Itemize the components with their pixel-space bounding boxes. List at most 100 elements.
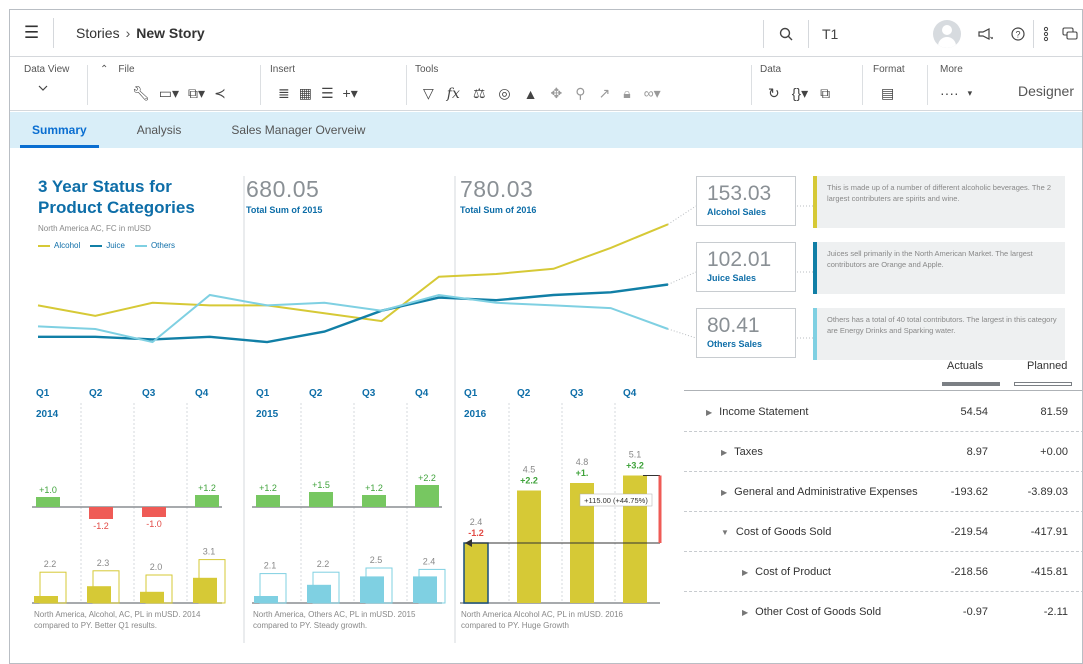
link-icon[interactable]: ∞▾	[644, 85, 661, 102]
variance-label: -1.0	[146, 519, 162, 529]
variance-label: +1.5	[312, 480, 330, 490]
value-label: 2.4	[423, 556, 436, 566]
table-row[interactable]: ▶ Income Statement 54.54 81.59	[684, 392, 1082, 432]
table-row[interactable]: ▶ Taxes 8.97 +0.00	[684, 432, 1082, 472]
collapse-arrow-icon[interactable]: ▼	[721, 528, 729, 537]
chevron-down-icon[interactable]	[38, 85, 48, 91]
toolbar-file-icons: 🔧︎ ▭▾ ⧉▾ ≺	[132, 85, 226, 102]
card-connector	[667, 271, 697, 285]
footnote-2016: North America Alcohol AC, PL in mUSD. 20…	[461, 610, 623, 630]
toolbar-label-more: More	[940, 64, 963, 75]
note-accent	[813, 176, 817, 228]
quarter-header: Q3	[362, 388, 376, 399]
quarter-header: Q3	[570, 388, 584, 399]
filter-icon[interactable]: ▽	[423, 85, 434, 102]
format-icon[interactable]: ▤	[881, 85, 894, 102]
value-label: 3.1	[203, 547, 216, 557]
table-row[interactable]: ▼ Cost of Goods Sold -219.54 -417.91	[684, 512, 1082, 552]
expand-arrow-icon[interactable]: ▶	[742, 608, 748, 617]
card-juice-sales[interactable]: 102.01 Juice Sales	[696, 242, 796, 292]
expand-arrow-icon[interactable]: ▶	[706, 408, 712, 417]
target-icon[interactable]: ◎	[498, 85, 510, 102]
table-icon[interactable]: ▦	[299, 85, 312, 102]
copy-icon[interactable]: ⧉▾	[188, 85, 205, 102]
divider	[927, 65, 928, 105]
toolbar-tools-icons: ▽ fx ⚖ ◎ ▲ ✥ ⚲ ↗ 🔒︎ ∞▾	[423, 85, 661, 102]
add-icon[interactable]: +▾	[343, 85, 358, 102]
expand-arrow-icon[interactable]: ▶	[742, 568, 748, 577]
row-label-text: Taxes	[734, 446, 763, 458]
divider	[406, 65, 407, 105]
legend-label: Others	[150, 241, 175, 250]
tab-sales-manager-overview[interactable]: Sales Manager Overveiw	[203, 112, 387, 148]
value-label: 2.4	[470, 517, 483, 527]
copy-data-icon[interactable]: ⧉	[820, 85, 830, 102]
variables-icon[interactable]: {}▾	[792, 85, 808, 102]
refresh-icon[interactable]: ↻	[768, 85, 780, 102]
table-header-rule	[684, 390, 1082, 391]
row-label-text: Income Statement	[719, 406, 809, 418]
value-label: 2.1	[264, 561, 277, 571]
variance-label: +1.	[576, 468, 589, 478]
col-header-planned[interactable]: Planned	[1027, 360, 1067, 372]
trend-icon[interactable]: ↗	[599, 85, 611, 102]
more-dropdown[interactable]: ···· ▾	[940, 85, 972, 101]
expand-arrow-icon[interactable]: ▶	[721, 448, 727, 457]
actual-bar	[307, 584, 331, 603]
save-icon[interactable]: ▭▾	[159, 85, 179, 102]
breadcrumb-root[interactable]: Stories	[76, 25, 120, 41]
wrench-icon[interactable]: 🔧︎	[132, 85, 150, 102]
col-header-actuals[interactable]: Actuals	[947, 360, 983, 372]
row-actual: -193.62	[950, 486, 988, 498]
value-label: 5.1	[629, 450, 642, 460]
note-alcohol: This is made up of a number of different…	[813, 176, 1065, 228]
svg-text:?: ?	[1015, 29, 1020, 39]
variance-label: +2.2	[520, 476, 538, 486]
paint-icon[interactable]: ⚲	[575, 85, 585, 102]
avatar[interactable]	[927, 10, 967, 57]
shell-actions: T1 ?	[763, 10, 1082, 57]
kpi-2016: 780.03 Total Sum of 2016	[460, 176, 536, 215]
value-bar	[517, 490, 541, 603]
tenant-label[interactable]: T1	[809, 10, 927, 57]
row-planned: +0.00	[1040, 446, 1068, 458]
kpi-2015: 680.05 Total Sum of 2015	[246, 176, 322, 215]
triangle-icon[interactable]: ▲	[524, 86, 538, 102]
filter-controls-icon[interactable]: ☰	[321, 85, 334, 102]
planned-bar	[1014, 382, 1072, 386]
chat-icon[interactable]	[1058, 10, 1082, 57]
help-icon[interactable]: ?	[1003, 10, 1033, 57]
variance-bar	[256, 495, 280, 507]
actual-bar	[34, 596, 58, 603]
card-others-sales[interactable]: 80.41 Others Sales	[696, 308, 796, 358]
table-row[interactable]: ▶ Cost of Product -218.56 -415.81	[684, 552, 1082, 592]
row-label-text: Other Cost of Goods Sold	[755, 606, 882, 618]
tab-analysis[interactable]: Analysis	[109, 112, 204, 148]
card-alcohol-sales[interactable]: 153.03 Alcohol Sales	[696, 176, 796, 226]
share-icon[interactable]: ≺	[214, 85, 226, 102]
designer-button[interactable]: Designer	[1018, 83, 1074, 99]
table-row[interactable]: ▶ General and Administrative Expenses -19…	[684, 472, 1082, 512]
footnote-2014: North America, Alcohol, AC, PL in mUSD. …	[34, 610, 201, 630]
toolbar-insert-icons: ≣ ▦ ☰ +▾	[278, 85, 358, 102]
hamburger-icon[interactable]: ☰	[10, 18, 54, 48]
variance-bar	[415, 485, 439, 507]
tab-summary[interactable]: Summary	[10, 112, 109, 148]
chart-icon[interactable]: ≣	[278, 85, 290, 102]
move-icon[interactable]: ✥	[551, 85, 563, 102]
toolbar-label-data-view: Data View	[24, 64, 70, 75]
lock-icon[interactable]: 🔒︎	[623, 85, 630, 102]
table-row[interactable]: ▶ Other Cost of Goods Sold -0.97 -2.11	[684, 592, 1082, 632]
balance-icon[interactable]: ⚖	[473, 85, 486, 102]
series-line-juice	[38, 283, 669, 344]
quarter-header: Q4	[623, 388, 637, 399]
expand-arrow-icon[interactable]: ▶	[721, 488, 727, 497]
megaphone-icon[interactable]	[967, 10, 1003, 57]
variance-bar	[362, 495, 386, 507]
formula-icon[interactable]: fx	[447, 86, 460, 102]
chevron-up-icon[interactable]: ⌃	[100, 64, 108, 75]
actual-bar	[193, 577, 217, 603]
note-accent	[813, 242, 817, 294]
search-icon[interactable]	[764, 10, 808, 57]
overflow-icon[interactable]	[1034, 10, 1058, 57]
